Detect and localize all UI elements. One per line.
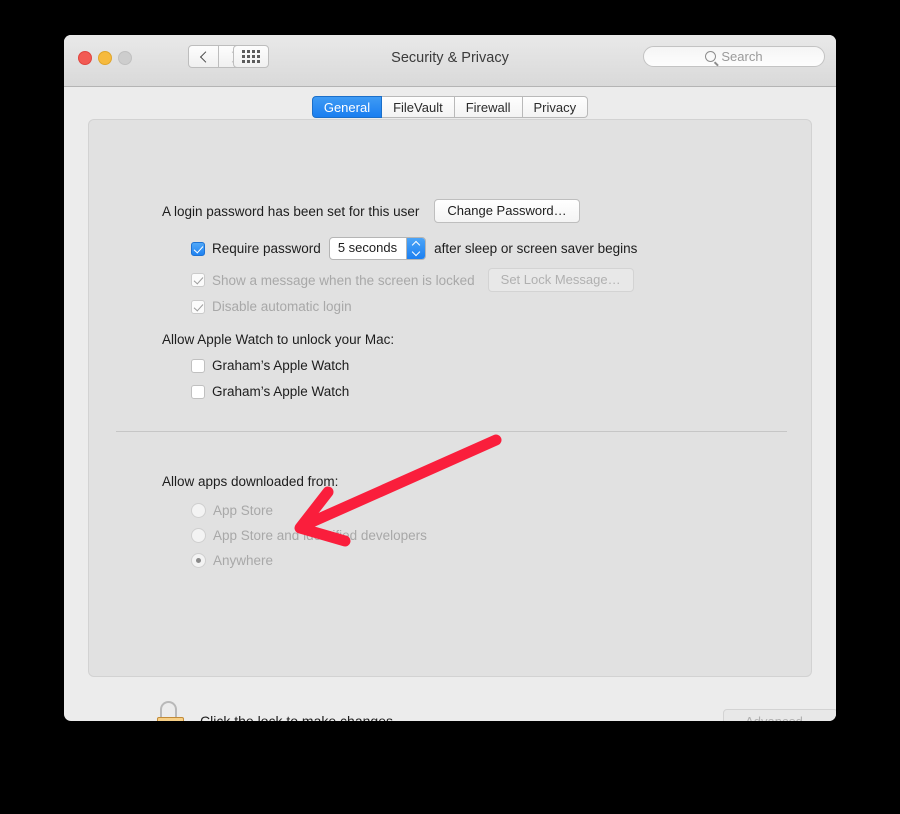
- general-settings-panel: A login password has been set for this u…: [88, 119, 812, 677]
- disable-auto-login-row: Disable automatic login: [191, 299, 352, 314]
- require-password-row: Require password 5 seconds after sleep o…: [191, 237, 637, 260]
- require-password-delay-select[interactable]: 5 seconds: [328, 237, 427, 260]
- preferences-window: Security & Privacy Search General FileVa…: [64, 35, 836, 721]
- tab-bar: General FileVault Firewall Privacy: [64, 96, 836, 118]
- login-password-row: A login password has been set for this u…: [162, 199, 580, 223]
- show-lock-message-label: Show a message when the screen is locked: [212, 272, 475, 288]
- apple-watch-checkbox-2[interactable]: [191, 384, 205, 399]
- require-password-suffix: after sleep or screen saver begins: [434, 241, 638, 256]
- apple-watch-row-2: Graham’s Apple Watch: [191, 384, 349, 399]
- require-password-checkbox[interactable]: [191, 241, 205, 256]
- search-input[interactable]: Search: [643, 46, 825, 67]
- unlocked-padlock-icon[interactable]: [157, 701, 187, 721]
- require-password-delay-value: 5 seconds: [337, 240, 398, 255]
- radio-anywhere-label: Anywhere: [213, 553, 274, 568]
- change-password-button[interactable]: Change Password…: [434, 199, 580, 223]
- login-password-label: A login password has been set for this u…: [162, 203, 420, 219]
- show-lock-message-checkbox[interactable]: [191, 273, 205, 287]
- radio-anywhere[interactable]: [191, 553, 206, 568]
- apple-watch-label-1: Graham’s Apple Watch: [212, 358, 350, 373]
- radio-app-store-label: App Store: [213, 503, 274, 518]
- search-icon: [705, 51, 717, 62]
- apple-watch-row-1: Graham’s Apple Watch: [191, 358, 349, 373]
- disable-auto-login-label: Disable automatic login: [212, 299, 352, 314]
- tab-filevault[interactable]: FileVault: [382, 96, 455, 118]
- section-divider: [116, 431, 787, 432]
- download-option-app-store[interactable]: App Store: [191, 503, 273, 518]
- download-option-anywhere[interactable]: Anywhere: [191, 553, 273, 568]
- tab-privacy[interactable]: Privacy: [522, 96, 589, 118]
- show-lock-message-row: Show a message when the screen is locked…: [191, 268, 634, 292]
- advanced-button[interactable]: Advanced…: [723, 709, 836, 721]
- radio-identified-developers[interactable]: [191, 528, 206, 543]
- download-option-identified-developers[interactable]: App Store and identified developers: [191, 528, 427, 543]
- apple-watch-heading: Allow Apple Watch to unlock your Mac:: [162, 332, 395, 347]
- require-password-label: Require password: [212, 241, 321, 256]
- set-lock-message-button[interactable]: Set Lock Message…: [487, 268, 634, 292]
- apple-watch-checkbox-1[interactable]: [191, 358, 205, 373]
- search-placeholder: Search: [721, 49, 763, 64]
- lock-hint-text: Click the lock to make changes.: [200, 713, 397, 721]
- downloads-heading: Allow apps downloaded from:: [162, 474, 339, 489]
- radio-identified-developers-label: App Store and identified developers: [213, 528, 427, 543]
- tab-firewall[interactable]: Firewall: [454, 96, 523, 118]
- tab-general[interactable]: General: [311, 96, 383, 118]
- window-titlebar: Security & Privacy Search: [64, 35, 836, 87]
- apple-watch-label-2: Graham’s Apple Watch: [212, 384, 350, 399]
- disable-auto-login-checkbox[interactable]: [191, 299, 205, 314]
- stepper-icon[interactable]: [406, 238, 426, 259]
- radio-app-store[interactable]: [191, 503, 206, 518]
